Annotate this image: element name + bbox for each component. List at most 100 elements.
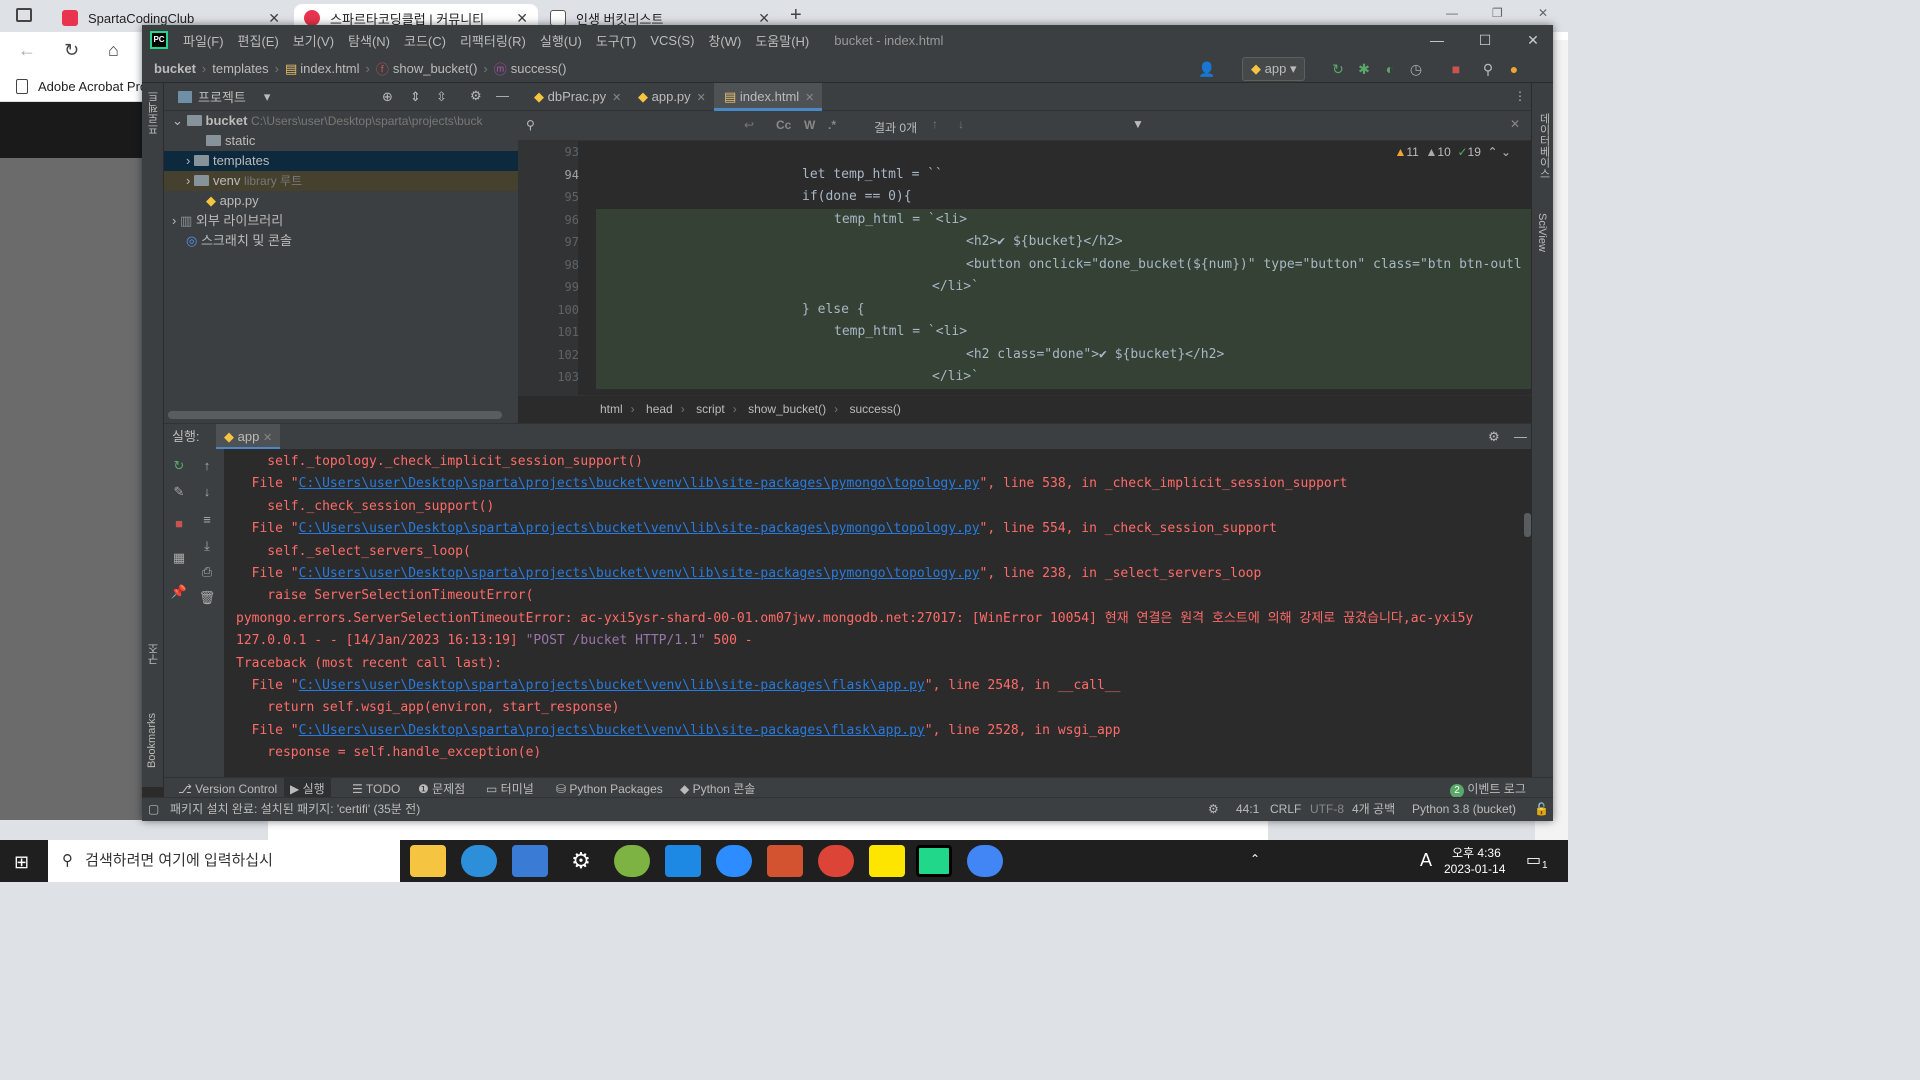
- taskbar-search[interactable]: ⚲ 검색하려면 여기에 입력하십시: [48, 840, 400, 882]
- tree-root[interactable]: ⌄ bucket C:\Users\user\Desktop\sparta\pr…: [164, 111, 518, 131]
- crumb-index-html[interactable]: index.html: [300, 61, 359, 76]
- edge-icon[interactable]: [461, 845, 497, 877]
- run-console[interactable]: self._topology._check_implicit_session_s…: [224, 449, 1531, 787]
- crumb-script[interactable]: script: [696, 402, 725, 416]
- menu-vcs[interactable]: VCS(S): [643, 33, 701, 48]
- status-message[interactable]: 패키지 설치 완료: 설치된 패키지: 'certifi' (35분 전): [170, 798, 420, 820]
- find-input[interactable]: [546, 115, 746, 137]
- tab-actions-icon[interactable]: [16, 8, 32, 22]
- close-icon[interactable]: ✕: [516, 10, 528, 27]
- file-link[interactable]: C:\Users\user\Desktop\sparta\projects\bu…: [299, 566, 980, 581]
- scroll-end-icon[interactable]: ⤓: [198, 537, 216, 555]
- file-link[interactable]: C:\Users\user\Desktop\sparta\projects\bu…: [299, 476, 980, 491]
- crumb-show-bucket[interactable]: show_bucket(): [393, 61, 478, 76]
- stop-icon[interactable]: ■: [1448, 61, 1464, 77]
- windows-start-icon[interactable]: ⊞: [14, 852, 29, 873]
- tool-structure[interactable]: 구조: [146, 643, 162, 665]
- crumb-templates[interactable]: templates: [212, 61, 268, 76]
- explorer-icon[interactable]: [410, 845, 446, 877]
- close-icon[interactable]: ✕: [758, 10, 770, 27]
- reload-icon[interactable]: ↻: [64, 40, 79, 61]
- minimize-icon[interactable]: —: [1446, 6, 1458, 20]
- hide-icon[interactable]: —: [496, 88, 509, 103]
- zoom-icon[interactable]: [716, 845, 752, 877]
- down-icon[interactable]: ↓: [198, 483, 216, 501]
- notification-icon[interactable]: ▭: [1526, 850, 1541, 870]
- crumb-success[interactable]: success(): [511, 61, 567, 76]
- tool-sciview[interactable]: SciView: [1536, 213, 1548, 252]
- file-link[interactable]: C:\Users\user\Desktop\sparta\projects\bu…: [299, 521, 980, 536]
- project-title[interactable]: 프로젝트: [198, 87, 246, 106]
- chrome-icon[interactable]: [818, 845, 854, 877]
- menu-edit[interactable]: 편집(E): [231, 31, 286, 50]
- chevron-down-icon[interactable]: ▾: [264, 89, 271, 105]
- chrome-alt-icon[interactable]: [967, 845, 1003, 877]
- ide-minimize-icon[interactable]: —: [1413, 25, 1461, 55]
- file-encoding[interactable]: UTF-8: [1310, 798, 1344, 820]
- status-toggle-icon[interactable]: ▢: [148, 798, 159, 820]
- menu-help[interactable]: 도움말(H): [748, 31, 816, 50]
- bookmark-adobe[interactable]: Adobe Acrobat Pro: [38, 79, 147, 94]
- home-icon[interactable]: ⌂: [108, 40, 119, 61]
- file-link[interactable]: C:\Users\user\Desktop\sparta\projects\bu…: [299, 678, 925, 693]
- tree-item-static[interactable]: static: [164, 131, 518, 151]
- tree-item-scratches[interactable]: ◎ 스크래치 및 콘솔: [164, 231, 518, 251]
- close-icon[interactable]: ✕: [268, 10, 280, 27]
- run-config-select[interactable]: ◆ app ▾: [1242, 57, 1306, 81]
- close-window-icon[interactable]: ✕: [1538, 6, 1548, 20]
- pin-icon[interactable]: 📌: [170, 583, 188, 601]
- project-hscroll[interactable]: [168, 411, 502, 419]
- gear-icon[interactable]: ⚙: [1488, 424, 1500, 450]
- crumb-show-bucket-fn[interactable]: show_bucket(): [748, 402, 826, 416]
- wrench-icon[interactable]: ✎: [170, 483, 188, 501]
- menu-code[interactable]: 코드(C): [397, 31, 453, 50]
- menu-navigate[interactable]: 탐색(N): [341, 31, 397, 50]
- soft-wrap-icon[interactable]: ≡: [198, 511, 216, 529]
- interpreter[interactable]: Python 3.8 (bucket): [1412, 798, 1516, 820]
- menu-refactor[interactable]: 리팩터링(R): [453, 31, 533, 50]
- maximize-icon[interactable]: ❐: [1492, 6, 1503, 20]
- hide-icon[interactable]: —: [1514, 424, 1527, 450]
- menu-view[interactable]: 보기(V): [286, 31, 341, 50]
- tab-dbprac-py[interactable]: ◆ dbPrac.py ✕: [524, 83, 629, 111]
- back-icon[interactable]: ←: [18, 40, 36, 61]
- tray-lang[interactable]: A: [1420, 850, 1432, 871]
- store-icon[interactable]: [512, 845, 548, 877]
- stop-icon[interactable]: ■: [170, 515, 188, 533]
- next-occurrence-icon[interactable]: ↓: [958, 117, 964, 131]
- print-icon[interactable]: ⎙: [198, 563, 216, 581]
- tool-bookmarks[interactable]: Bookmarks: [146, 713, 158, 768]
- prev-occurrence-icon[interactable]: ↑: [932, 117, 938, 131]
- match-case-toggle[interactable]: Cc: [776, 118, 791, 132]
- tree-item-venv[interactable]: › venv library 루트: [164, 171, 518, 191]
- tool-project[interactable]: 프로젝트: [146, 91, 162, 135]
- tree-item-app-py[interactable]: ◆ app.py: [164, 191, 518, 211]
- indent-setting[interactable]: 4개 공백: [1352, 798, 1395, 820]
- lock-icon[interactable]: 🔓: [1534, 798, 1549, 820]
- tool-database[interactable]: 데이터베이스: [1536, 113, 1552, 179]
- undo-icon[interactable]: ↩: [744, 118, 754, 132]
- close-icon[interactable]: ✕: [612, 92, 621, 104]
- settings-icon[interactable]: ⚙: [563, 845, 599, 877]
- whole-word-toggle[interactable]: W: [804, 118, 815, 132]
- menu-run[interactable]: 실행(U): [533, 31, 589, 50]
- code-editor[interactable]: 93 94 95 96 97 98 99 100 101 102 103 let temp_html…: [518, 141, 1531, 395]
- menu-tools[interactable]: 도구(T): [589, 31, 644, 50]
- new-tab-icon[interactable]: +: [790, 4, 802, 27]
- crumb-head[interactable]: head: [646, 402, 673, 416]
- menu-window[interactable]: 창(W): [701, 31, 748, 50]
- profile-icon[interactable]: ◷: [1408, 61, 1424, 77]
- kakaotalk-icon[interactable]: [869, 845, 905, 877]
- more-tabs-icon[interactable]: ⋮: [1514, 89, 1526, 103]
- search-icon[interactable]: ⚲: [1480, 61, 1496, 77]
- close-find-icon[interactable]: ✕: [1510, 117, 1520, 131]
- sync-icon[interactable]: ⚙: [1208, 798, 1219, 820]
- trash-icon[interactable]: 🗑: [198, 589, 216, 607]
- file-link[interactable]: C:\Users\user\Desktop\sparta\projects\bu…: [299, 723, 925, 738]
- crumb-bucket[interactable]: bucket: [154, 61, 196, 76]
- update-icon[interactable]: ●: [1506, 61, 1522, 77]
- powerpoint-icon[interactable]: [767, 845, 803, 877]
- coverage-icon[interactable]: ◐: [1382, 61, 1398, 77]
- user-icon[interactable]: 👤: [1198, 61, 1215, 77]
- locate-icon[interactable]: ⊕: [382, 89, 393, 105]
